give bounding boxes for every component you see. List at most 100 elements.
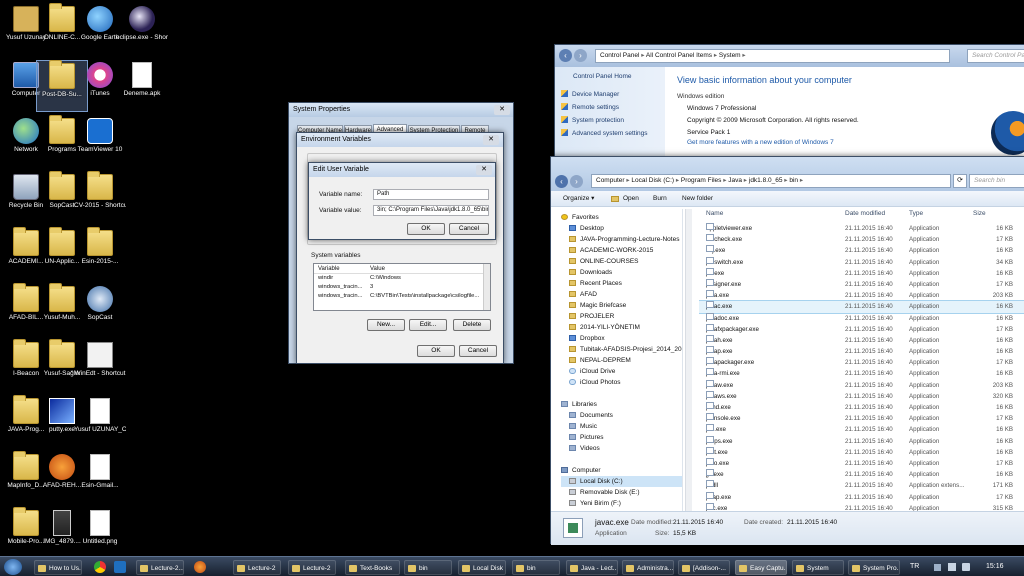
file-row[interactable]: javafxpackager.exe 21.11.2015 16:40 Applic… — [699, 323, 1024, 335]
file-row[interactable]: javaws.exe 21.11.2015 16:40 Application 320… — [699, 390, 1024, 402]
table-row[interactable]: windows_tracin... 3 — [314, 283, 490, 292]
open-button[interactable]: Open — [623, 191, 639, 207]
delete-button[interactable]: Delete — [453, 319, 491, 331]
desktop-icon-eclipse[interactable]: eclipse.exe - Shortcut — [116, 4, 168, 56]
breadcrumb-item[interactable]: jdk1.8.0_65 — [749, 177, 783, 184]
nav-item[interactable]: Recent Places — [561, 278, 682, 289]
nav-item[interactable]: Local Disk (C:) — [561, 476, 682, 487]
breadcrumb-item[interactable]: Program Files — [681, 177, 721, 184]
close-button[interactable]: ✕ — [483, 135, 499, 145]
file-row[interactable]: java.exe 21.11.2015 16:40 Application 203 K… — [699, 290, 1024, 301]
nav-item[interactable]: PROJELER — [561, 311, 682, 322]
table-scrollbar[interactable] — [483, 264, 490, 310]
taskbar-button[interactable]: System — [792, 560, 844, 575]
nav-item[interactable]: Favorites — [561, 212, 682, 223]
explorer-address-bar[interactable]: Computer ▸ Local Disk (C:) ▸ Program Fil… — [591, 174, 951, 188]
nav-item[interactable]: ONLINE-COURSES — [561, 256, 682, 267]
ok-button[interactable]: OK — [407, 223, 445, 235]
ok-button[interactable]: OK — [417, 345, 455, 357]
taskbar-button[interactable]: bin — [512, 560, 560, 575]
breadcrumb-item[interactable]: Local Disk (C:) — [631, 177, 674, 184]
nav-item[interactable]: Libraries — [561, 399, 682, 410]
taskbar-button[interactable]: Java - Lect... — [566, 560, 618, 575]
nav-item[interactable]: Pictures — [561, 432, 682, 443]
taskbar-button[interactable]: System Pro... — [848, 560, 900, 575]
desktop-icon-sopcast[interactable]: SopCast — [74, 284, 126, 336]
taskbar-button[interactable]: Administra... — [622, 560, 674, 575]
nav-scrollbar[interactable] — [685, 209, 692, 511]
file-row[interactable]: javap.exe 21.11.2015 16:40 Application 16 K… — [699, 346, 1024, 357]
taskbar-button[interactable]: Lecture-2.... — [136, 560, 184, 575]
refresh-icon[interactable]: ⟳ — [953, 174, 967, 188]
taskbar-button[interactable]: Lecture-2 — [233, 560, 281, 575]
organize-button[interactable]: Organize ▾ — [563, 191, 594, 207]
taskbar-button[interactable]: How to Us... — [34, 560, 82, 575]
desktop-icon-file[interactable]: Esin-Gmail... — [74, 452, 126, 504]
file-row[interactable]: jdb.exe 21.11.2015 16:40 Application 16 KB — [699, 424, 1024, 435]
firefox-icon[interactable] — [194, 561, 206, 573]
new-button[interactable]: New... — [367, 319, 405, 331]
cancel-button[interactable]: Cancel — [459, 345, 497, 357]
file-row[interactable]: javah.exe 21.11.2015 16:40 Application 16 K… — [699, 334, 1024, 346]
outlook-icon[interactable] — [114, 561, 126, 573]
desktop-icon-pdf[interactable]: Yusuf UZUNAY_C... — [74, 396, 126, 448]
start-button[interactable] — [4, 559, 22, 575]
nav-item[interactable]: Tubitak-AFADSIS-Projesi_2014_2015 — [561, 344, 682, 355]
nav-item[interactable]: Yeni Birim (F:) — [561, 498, 682, 509]
nav-item[interactable]: iCloud Drive — [561, 366, 682, 377]
file-row[interactable]: jmc.exe 21.11.2015 16:40 Application 315 KB — [699, 502, 1024, 511]
nav-item[interactable]: JAVA-Programming-Lecture-Notes — [561, 234, 682, 245]
file-row[interactable]: jmap.exe 21.11.2015 16:40 Application 17 KB — [699, 491, 1024, 503]
nav-item[interactable]: Downloads — [561, 267, 682, 278]
file-row[interactable]: jar.exe 21.11.2015 16:40 Application 16 KB — [699, 267, 1024, 279]
network-tray-icon[interactable] — [948, 563, 956, 571]
file-row[interactable]: appletviewer.exe 21.11.2015 16:40 Applicat… — [699, 223, 1024, 234]
desktop-icon-winedt[interactable]: WinEdt - Shortcut — [74, 340, 126, 392]
more-features-link[interactable]: Get more features with a new edition of … — [687, 139, 1017, 146]
file-row[interactable]: extcheck.exe 21.11.2015 16:40 Application 1… — [699, 234, 1024, 245]
tray-icon[interactable] — [934, 564, 941, 571]
nav-item[interactable]: Music — [561, 421, 682, 432]
breadcrumb-item[interactable]: Java — [728, 177, 742, 184]
edit-button[interactable]: Edit... — [409, 319, 447, 331]
task-link[interactable]: Remote settings — [561, 101, 659, 114]
nav-item[interactable]: Dropbox — [561, 333, 682, 344]
control-panel-address-bar[interactable]: Control Panel ▸ All Control Panel Items … — [595, 49, 950, 63]
language-indicator[interactable]: TR — [910, 561, 919, 573]
file-row[interactable]: jinfo.exe 21.11.2015 16:40 Application 17 K… — [699, 457, 1024, 469]
nav-item[interactable]: AFAD — [561, 289, 682, 300]
table-row[interactable]: windows_tracin... C:\BVTBin\Tests\install… — [314, 292, 490, 301]
breadcrumb-item[interactable]: System — [719, 52, 741, 59]
close-button[interactable]: ✕ — [476, 165, 492, 175]
nav-item[interactable]: iCloud Photos — [561, 377, 682, 388]
file-row[interactable]: javapackager.exe 21.11.2015 16:40 Applicat… — [699, 357, 1024, 368]
nav-item[interactable]: Desktop — [561, 223, 682, 234]
taskbar-button[interactable]: Local Disk ... — [458, 560, 506, 575]
breadcrumb-item[interactable]: bin — [789, 177, 798, 184]
file-row[interactable]: jli.dll 21.11.2015 16:40 Application exten… — [699, 480, 1024, 491]
file-row[interactable]: javaw.exe 21.11.2015 16:40 Application 203 … — [699, 379, 1024, 391]
back-button[interactable]: ‹ — [555, 175, 568, 188]
control-panel-search[interactable]: Search Control Panel — [967, 49, 1024, 63]
nav-item[interactable]: 2014-YILI-YÖNETIM — [561, 322, 682, 333]
taskbar-button[interactable]: Easy Captu... — [735, 560, 787, 575]
nav-item[interactable]: Computer — [561, 465, 682, 476]
breadcrumb-item[interactable]: Control Panel — [600, 52, 639, 59]
file-row[interactable]: jjs.exe 21.11.2015 16:40 Application 16 KB — [699, 469, 1024, 480]
file-row[interactable]: jarsigner.exe 21.11.2015 16:40 Application… — [699, 278, 1024, 290]
desktop-icon-file[interactable]: Untitled.png — [74, 508, 126, 560]
desktop-icon-teamviewer[interactable]: TeamViewer 10 — [74, 116, 126, 168]
taskbar-button[interactable]: bin — [404, 560, 452, 575]
task-link[interactable]: Advanced system settings — [561, 127, 659, 140]
column-variable[interactable]: Variable — [318, 264, 340, 274]
variable-name-field[interactable]: Path — [373, 189, 489, 200]
breadcrumb-item[interactable]: All Control Panel Items — [646, 52, 712, 59]
task-link[interactable]: Device Manager — [561, 88, 659, 101]
file-row[interactable]: jabswitch.exe 21.11.2015 16:40 Application… — [699, 256, 1024, 268]
column-value[interactable]: Value — [370, 264, 385, 274]
variable-value-field[interactable]: 3in; C:\Program Files\Java\jdk1.8.0_65\b… — [373, 205, 489, 216]
taskbar-button[interactable]: Text-Books — [345, 560, 400, 575]
table-row[interactable]: windir C:\Windows — [314, 274, 490, 283]
clock[interactable]: 15:16 — [986, 561, 1004, 573]
file-row[interactable]: javac.exe 21.11.2015 16:40 Application 16 K… — [699, 300, 1024, 314]
